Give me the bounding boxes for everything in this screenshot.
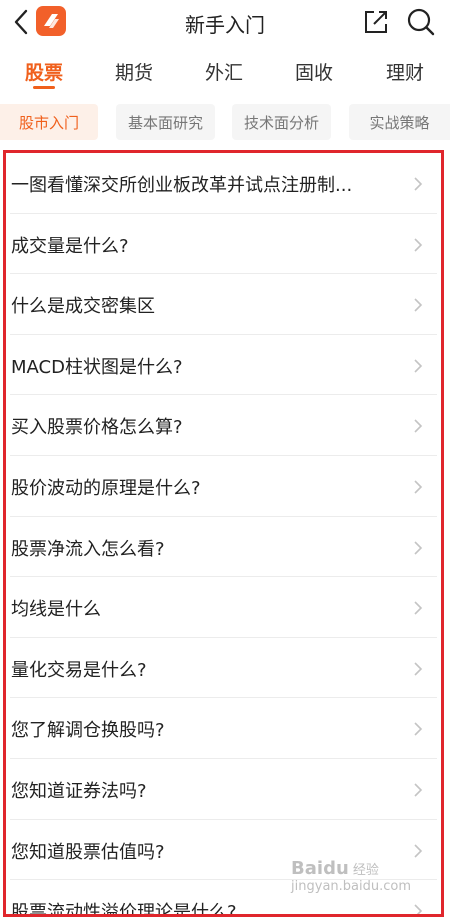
tab-stocks[interactable]: 股票 (25, 58, 63, 85)
list-item[interactable]: 成交量是什么? (6, 214, 441, 275)
list-item[interactable]: 买入股票价格怎么算? (6, 395, 441, 456)
back-button[interactable] (8, 6, 34, 38)
chevron-right-icon (414, 298, 423, 312)
list-item[interactable]: 量化交易是什么? (6, 638, 441, 699)
article-list: 一图看懂深交所创业板改革并试点注册制... 成交量是什么? 什么是成交密集区 M… (3, 150, 444, 917)
article-title: 您知道证券法吗? (11, 780, 147, 802)
share-icon (365, 11, 387, 33)
search-button[interactable] (406, 7, 436, 37)
list-item[interactable]: MACD柱状图是什么? (6, 335, 441, 396)
article-title: 均线是什么 (11, 599, 101, 621)
subtab-technical-analysis[interactable]: 技术面分析 (232, 104, 331, 140)
article-title: 买入股票价格怎么算? (11, 417, 183, 439)
tab-fixed-income[interactable]: 固收 (295, 58, 333, 85)
article-title: 什么是成交密集区 (11, 296, 155, 318)
search-icon (407, 8, 435, 36)
list-item[interactable]: 您知道证券法吗? (6, 759, 441, 820)
list-item[interactable]: 股票流动性溢价理论是什么? (6, 880, 441, 917)
article-title: 股票流动性溢价理论是什么? (11, 902, 237, 917)
subtab-stock-basics[interactable]: 股市入门 (0, 104, 98, 140)
chevron-right-icon (414, 540, 423, 555)
chevron-right-icon (414, 359, 423, 373)
active-tab-indicator (33, 86, 55, 89)
chevron-right-icon (414, 783, 423, 797)
sub-tabs: 股市入门 基本面研究 技术面分析 实战策略 (0, 104, 450, 140)
article-title: 股票净流入怎么看? (11, 538, 165, 560)
article-title: 一图看懂深交所创业板改革并试点注册制... (11, 175, 353, 196)
chevron-right-icon (414, 662, 423, 676)
chevron-left-icon (14, 9, 28, 35)
subtab-trading-strategy[interactable]: 实战策略 (349, 104, 450, 140)
article-title: 股价波动的原理是什么? (11, 477, 201, 499)
list-item[interactable]: 您知道股票估值吗? (6, 820, 441, 881)
list-item[interactable]: 一图看懂深交所创业板改革并试点注册制... (6, 153, 441, 214)
share-button[interactable] (362, 8, 390, 36)
list-item[interactable]: 股票净流入怎么看? (6, 517, 441, 578)
list-item[interactable]: 您了解调仓换股吗? (6, 698, 441, 759)
chevron-right-icon (414, 904, 423, 914)
chevron-right-icon (414, 238, 423, 252)
top-bar: 新手入门 (0, 0, 450, 44)
chevron-right-icon (414, 177, 423, 191)
tab-forex[interactable]: 外汇 (205, 58, 243, 85)
article-title: 您知道股票估值吗? (11, 841, 165, 863)
app-screen: 新手入门 股票 期货 外汇 固收 理财 股市入门 基本面研究 技术面分析 实战策… (0, 0, 450, 920)
list-item[interactable]: 股价波动的原理是什么? (6, 456, 441, 517)
chevron-right-icon (414, 843, 423, 858)
article-title: 量化交易是什么? (11, 659, 147, 681)
subtab-fundamental-research[interactable]: 基本面研究 (116, 104, 215, 140)
article-title: 成交量是什么? (11, 235, 129, 257)
app-logo-icon (36, 6, 66, 36)
chevron-right-icon (414, 480, 423, 494)
article-title: MACD柱状图是什么? (11, 356, 183, 378)
article-title: 您了解调仓换股吗? (11, 720, 165, 742)
chevron-right-icon (414, 419, 423, 433)
tab-wealth[interactable]: 理财 (386, 58, 424, 85)
tab-futures[interactable]: 期货 (115, 58, 153, 85)
category-tabs: 股票 期货 外汇 固收 理财 (0, 52, 450, 92)
list-item[interactable]: 什么是成交密集区 (6, 274, 441, 335)
chevron-right-icon (414, 722, 423, 736)
list-item[interactable]: 均线是什么 (6, 577, 441, 638)
chevron-right-icon (414, 601, 423, 615)
